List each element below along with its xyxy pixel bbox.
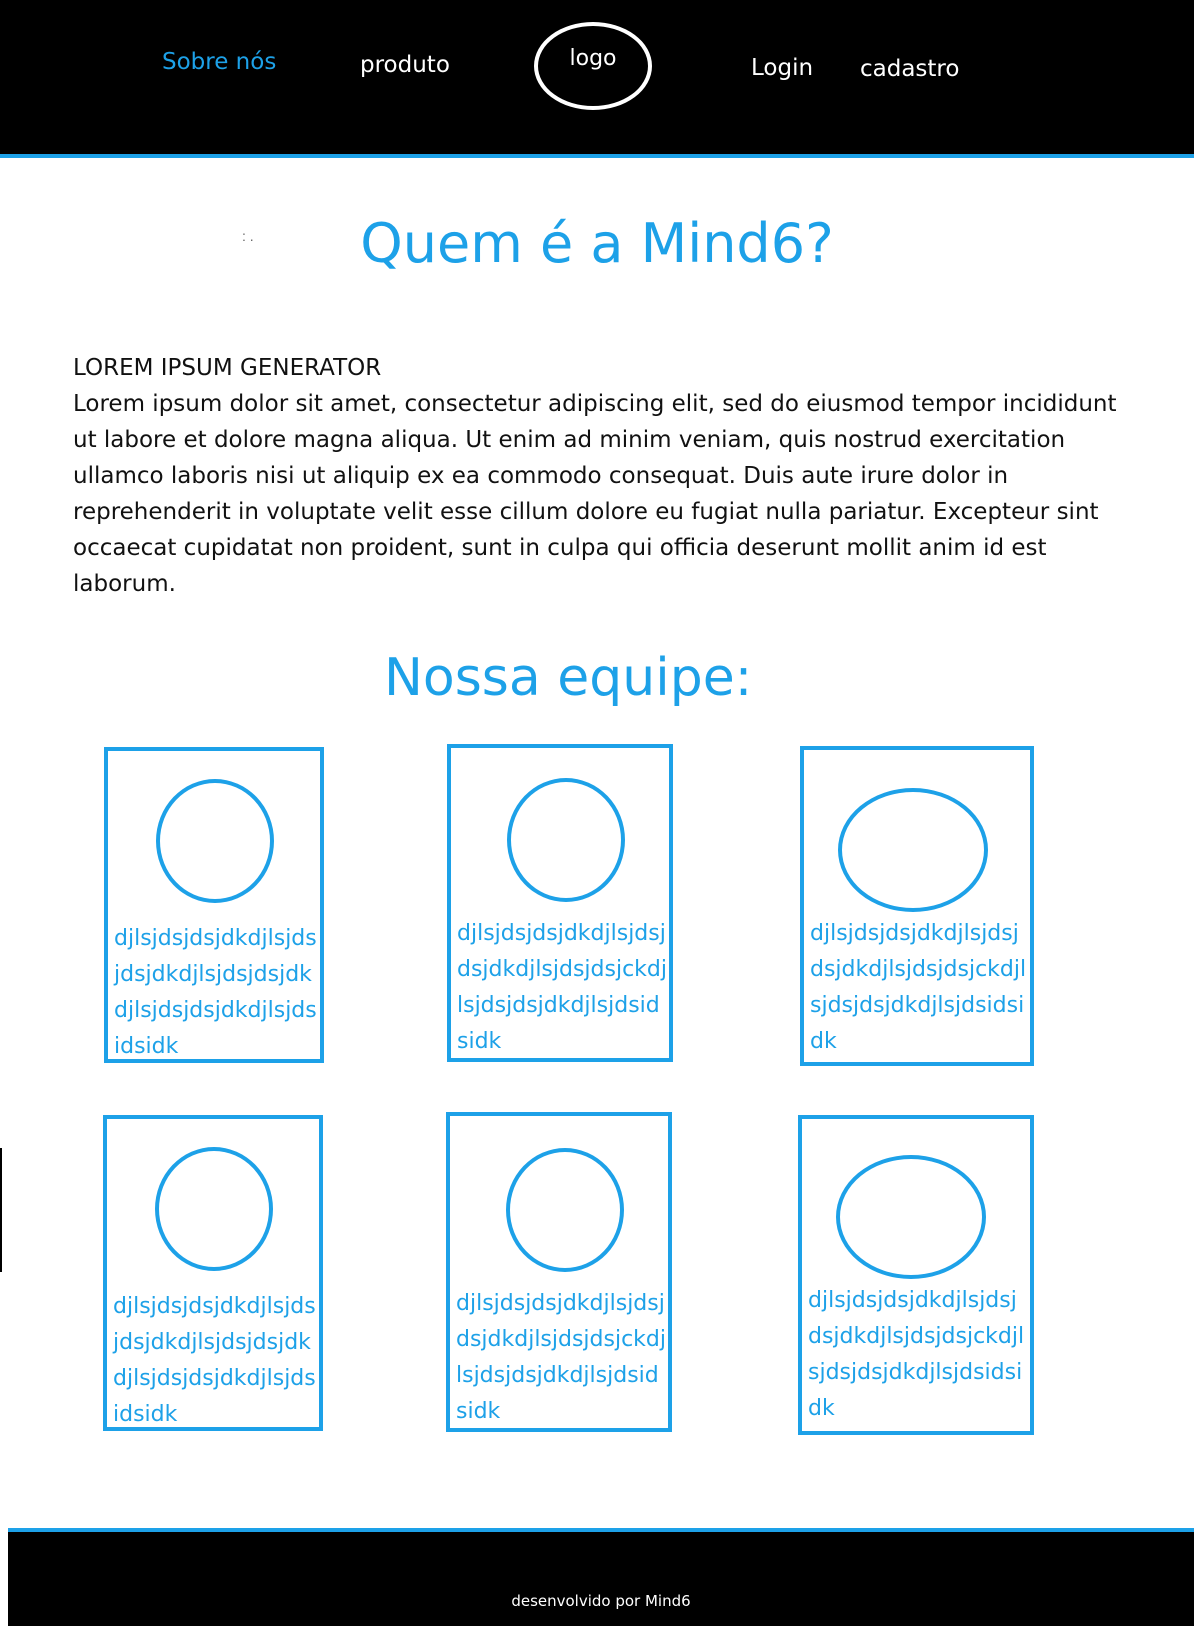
site-footer: desenvolvido por Mind6 xyxy=(8,1528,1194,1626)
nav-login-link[interactable]: Login xyxy=(751,55,813,81)
intro-section: LOREM IPSUM GENERATOR Lorem ipsum dolor … xyxy=(73,350,1143,602)
avatar xyxy=(156,779,274,903)
team-card-text: djlsjdsjdsjdkdjlsjdsjdsjdkdjlsjdsjdsjckd… xyxy=(456,1291,666,1424)
avatar xyxy=(836,1155,986,1279)
team-card-text: djlsjdsjdsjdkdjlsjdsjdsjdkdjlsjdsjdsjdkd… xyxy=(114,926,317,1059)
site-header: Sobre nós produto logo Login cadastro xyxy=(0,0,1194,158)
avatar xyxy=(838,788,988,912)
logo-label: logo xyxy=(569,46,617,71)
left-edge-line xyxy=(0,1148,2,1272)
nav-produto-link[interactable]: produto xyxy=(360,52,450,78)
footer-credit: desenvolvido por Mind6 xyxy=(511,1592,691,1610)
team-card[interactable]: djlsjdsjdsjdkdjlsjdsjdsjdkdjlsjdsjdsjckd… xyxy=(447,744,673,1062)
logo[interactable]: logo xyxy=(534,22,652,110)
team-card-text: djlsjdsjdsjdkdjlsjdsjdsjdkdjlsjdsjdsjdkd… xyxy=(113,1294,316,1427)
nav-cadastro-link[interactable]: cadastro xyxy=(860,56,959,82)
team-card-text: djlsjdsjdsjdkdjlsjdsjdsjdkdjlsjdsjdsjckd… xyxy=(457,921,667,1054)
avatar xyxy=(507,778,625,902)
team-card[interactable]: djlsjdsjdsjdkdjlsjdsjdsjdkdjlsjdsjdsjckd… xyxy=(798,1115,1034,1435)
team-card[interactable]: djlsjdsjdsjdkdjlsjdsjdsjdkdjlsjdsjdsjdkd… xyxy=(103,1115,323,1431)
avatar xyxy=(506,1148,624,1272)
team-title: Nossa equipe: xyxy=(384,648,753,708)
team-card[interactable]: djlsjdsjdsjdkdjlsjdsjdsjdkdjlsjdsjdsjdkd… xyxy=(104,747,324,1063)
page-title: Quem é a Mind6? xyxy=(360,212,834,275)
nav-sobre-nos-link[interactable]: Sobre nós xyxy=(162,49,276,75)
avatar xyxy=(155,1147,273,1271)
intro-body: Lorem ipsum dolor sit amet, consectetur … xyxy=(73,391,1117,597)
team-card[interactable]: djlsjdsjdsjdkdjlsjdsjdsjdkdjlsjdsjdsjckd… xyxy=(446,1112,672,1432)
team-card-text: djlsjdsjdsjdkdjlsjdsjdsjdkdjlsjdsjdsjckd… xyxy=(808,1288,1025,1421)
team-card[interactable]: djlsjdsjdsjdkdjlsjdsjdsjdkdjlsjdsjdsjckd… xyxy=(800,746,1034,1066)
intro-heading: LOREM IPSUM GENERATOR xyxy=(73,355,382,381)
team-card-text: djlsjdsjdsjdkdjlsjdsjdsjdkdjlsjdsjdsjckd… xyxy=(810,921,1027,1054)
